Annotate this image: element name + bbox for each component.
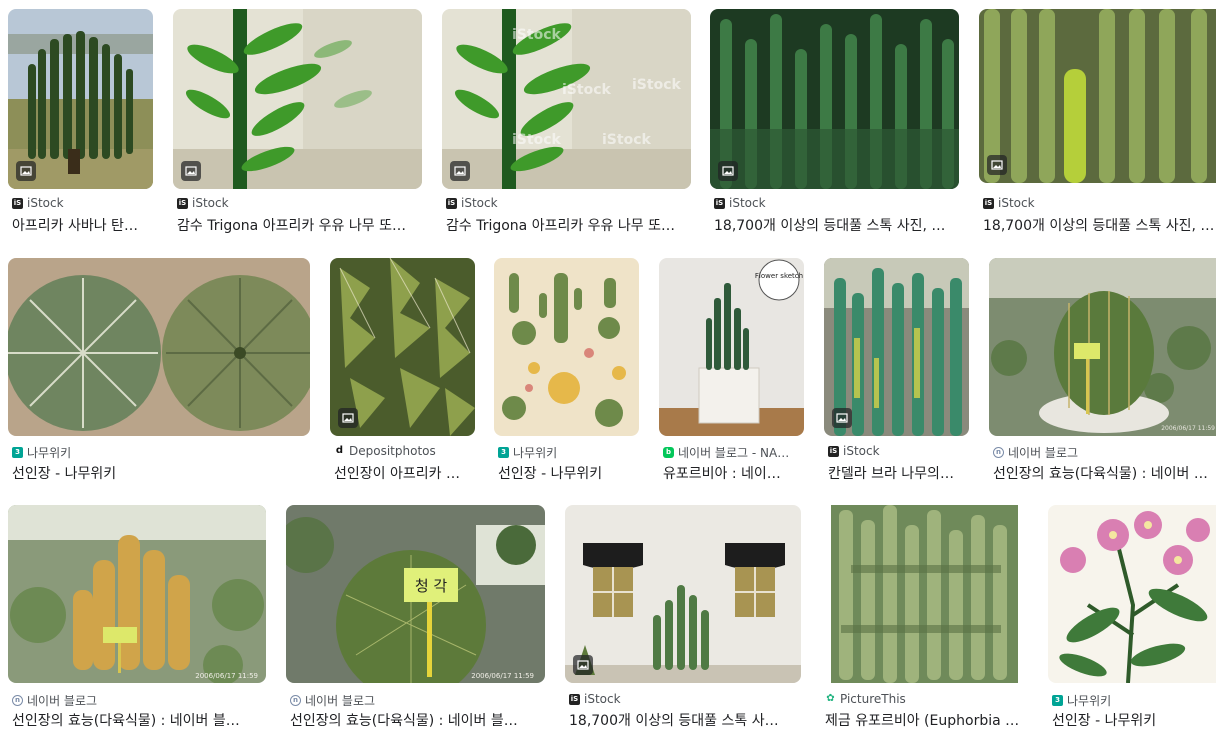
result-image[interactable]: 2006/06/17 11:59: [989, 258, 1216, 436]
namuwiki-icon: 3: [12, 447, 23, 458]
result-title[interactable]: 제금 유포르비아 (Euphorbia …: [825, 710, 1029, 730]
image-type-icon: [16, 161, 36, 181]
result-image[interactable]: [821, 505, 1028, 683]
result-title[interactable]: 칸델라 브라 나무의…: [828, 463, 970, 483]
istock-icon: iS: [569, 693, 580, 705]
istock-icon: iS: [983, 197, 994, 209]
result-image[interactable]: [494, 258, 639, 436]
result-image[interactable]: [1048, 505, 1216, 683]
result-card[interactable]: 3 나무위키 선인장 - 나무위키: [1048, 505, 1216, 730]
result-title[interactable]: 선인장의 효능(다육식물) : 네이버 …: [993, 463, 1216, 483]
result-card[interactable]: iS iStock 감수 Trigona 아프리카 우유 나무 또…: [173, 9, 423, 239]
svg-text:iStock: iStock: [512, 132, 561, 148]
result-image[interactable]: [8, 9, 153, 189]
result-source: iS iStock: [12, 196, 64, 210]
result-card[interactable]: iStock iStock iStock iStock iStock iS iStoc…: [442, 9, 692, 239]
result-source: iS iStock: [446, 196, 498, 210]
result-source: n 네이버 블로그: [993, 444, 1078, 461]
result-card[interactable]: iS iStock 18,700개 이상의 등대풀 스톡 사진, …: [979, 9, 1216, 239]
istock-icon: iS: [12, 197, 23, 209]
result-image[interactable]: [710, 9, 959, 189]
result-card[interactable]: Flower sketch b 네이버 블로그 - NA… 유포르비아 : 네이…: [659, 258, 805, 486]
image-type-icon: [338, 408, 358, 428]
result-title[interactable]: 18,700개 이상의 등대풀 스톡 사진, …: [983, 215, 1216, 235]
result-title[interactable]: 선인장의 효능(다육식물) : 네이버 블…: [290, 710, 545, 730]
result-source: ✿ PictureThis: [825, 692, 906, 706]
picturethis-icon: ✿: [825, 693, 836, 705]
result-card[interactable]: 3 나무위키 선인장 - 나무위키: [494, 258, 640, 486]
result-source: iS iStock: [983, 196, 1035, 210]
result-source: 3 나무위키: [1052, 692, 1111, 709]
image-type-icon: [987, 155, 1007, 175]
svg-text:iStock: iStock: [602, 132, 651, 148]
result-card[interactable]: d Depositphotos 선인장이 아프리카 …: [330, 258, 476, 486]
result-card[interactable]: iS iStock 18,700개 이상의 등대풀 스톡 사진, …: [710, 9, 960, 239]
timestamp-overlay: 2006/06/17 11:59: [471, 672, 534, 680]
timestamp-overlay: 2006/06/17 11:59: [195, 672, 258, 680]
result-image[interactable]: 청 각 2006/06/17 11:59: [286, 505, 545, 683]
result-title[interactable]: 아프리카 사바나 탄…: [12, 215, 154, 235]
result-title[interactable]: 선인장 - 나무위키: [498, 463, 640, 483]
namuwiki-icon: 3: [1052, 695, 1063, 706]
result-source: b 네이버 블로그 - NA…: [663, 444, 789, 461]
istock-icon: iS: [828, 445, 839, 457]
istock-icon: iS: [446, 197, 457, 209]
naver-icon: n: [290, 695, 301, 706]
svg-text:iStock: iStock: [632, 77, 681, 93]
result-image[interactable]: iStock iStock iStock iStock iStock: [442, 9, 691, 189]
result-title[interactable]: 유포르비아 : 네이…: [663, 463, 805, 483]
image-type-icon: [832, 408, 852, 428]
result-source: n 네이버 블로그: [12, 692, 97, 709]
result-image[interactable]: [824, 258, 969, 436]
result-card[interactable]: 2006/06/17 11:59 n 네이버 블로그 선인장의 효능(다육식물)…: [989, 258, 1216, 486]
depositphotos-icon: d: [334, 445, 345, 457]
namuwiki-icon: 3: [498, 447, 509, 458]
svg-text:iStock: iStock: [562, 82, 611, 98]
image-type-icon: [718, 161, 738, 181]
result-title[interactable]: 18,700개 이상의 등대풀 스톡 사진, …: [714, 215, 959, 235]
result-title[interactable]: 감수 Trigona 아프리카 우유 나무 또…: [446, 215, 691, 235]
image-type-icon: [181, 161, 201, 181]
result-card[interactable]: 3 나무위키 선인장 - 나무위키: [8, 258, 311, 486]
result-title[interactable]: 선인장 - 나무위키: [12, 463, 310, 483]
image-type-icon: [450, 161, 470, 181]
result-title[interactable]: 선인장 - 나무위키: [1052, 710, 1216, 730]
svg-text:2006/06/17 11:59: 2006/06/17 11:59: [1161, 425, 1215, 432]
plant-label-text: 청 각: [415, 577, 448, 595]
result-title[interactable]: 감수 Trigona 아프리카 우유 나무 또…: [177, 215, 422, 235]
result-source: iS iStock: [569, 692, 621, 706]
result-card[interactable]: ✿ PictureThis 제금 유포르비아 (Euphorbia …: [821, 505, 1029, 730]
result-card[interactable]: iS iStock 아프리카 사바나 탄…: [8, 9, 154, 239]
result-source: d Depositphotos: [334, 444, 436, 458]
image-type-icon: [573, 655, 593, 675]
result-source: 3 나무위키: [12, 444, 71, 461]
result-image[interactable]: Flower sketch: [659, 258, 804, 436]
result-card[interactable]: 2006/06/17 11:59 n 네이버 블로그 선인장의 효능(다육식물)…: [8, 505, 267, 730]
result-image[interactable]: [979, 9, 1216, 183]
result-image[interactable]: [8, 258, 310, 436]
naver-icon: n: [993, 447, 1004, 458]
result-card[interactable]: iS iStock 18,700개 이상의 등대풀 스톡 사…: [565, 505, 802, 730]
result-card[interactable]: 청 각 2006/06/17 11:59 n 네이버 블로그 선인장의 효능(다…: [286, 505, 546, 730]
result-image[interactable]: 2006/06/17 11:59: [8, 505, 266, 683]
naver-blog-icon: b: [663, 447, 674, 458]
result-image[interactable]: [565, 505, 801, 683]
result-source: n 네이버 블로그: [290, 692, 375, 709]
istock-icon: iS: [714, 197, 725, 209]
result-image[interactable]: [173, 9, 422, 189]
overlay-text: Flower sketch: [755, 272, 803, 280]
result-source: 3 나무위키: [498, 444, 557, 461]
result-title[interactable]: 18,700개 이상의 등대풀 스톡 사…: [569, 710, 801, 730]
naver-icon: n: [12, 695, 23, 706]
result-title[interactable]: 선인장이 아프리카 …: [334, 463, 476, 483]
istock-icon: iS: [177, 197, 188, 209]
result-image[interactable]: [330, 258, 475, 436]
result-card[interactable]: iS iStock 칸델라 브라 나무의…: [824, 258, 970, 486]
svg-text:iStock: iStock: [512, 27, 561, 43]
result-title[interactable]: 선인장의 효능(다육식물) : 네이버 블…: [12, 710, 266, 730]
result-source: iS iStock: [828, 444, 880, 458]
result-source: iS iStock: [714, 196, 766, 210]
result-source: iS iStock: [177, 196, 229, 210]
